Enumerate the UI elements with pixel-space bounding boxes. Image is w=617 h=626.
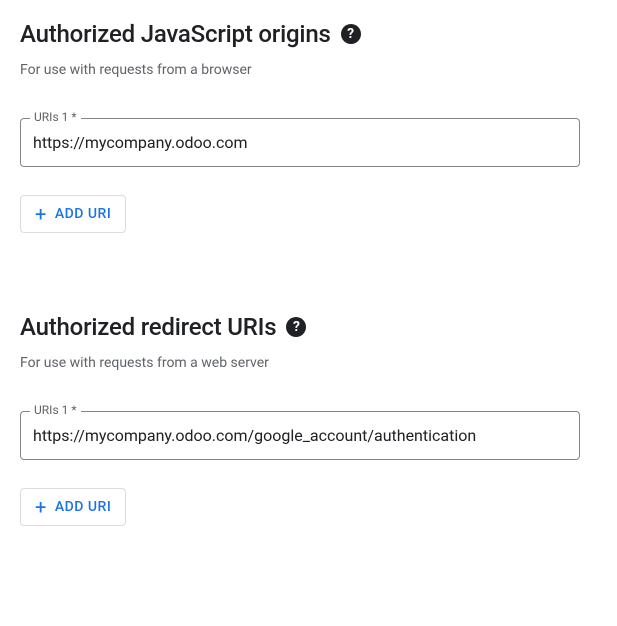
redirect-uris-add-uri-button[interactable]: + ADD URI [20, 488, 126, 526]
redirect-uris-input-label: URIs 1 * [30, 403, 81, 417]
redirect-uris-header: Authorized redirect URIs ? [20, 313, 597, 341]
add-uri-label: ADD URI [55, 499, 111, 515]
redirect-uris-description: For use with requests from a web server [20, 355, 597, 371]
redirect-uris-uri-input[interactable] [20, 411, 580, 460]
js-origins-input-label: URIs 1 * [30, 110, 81, 124]
plus-icon: + [35, 497, 47, 517]
help-icon[interactable]: ? [286, 317, 306, 337]
js-origins-title: Authorized JavaScript origins [20, 20, 331, 48]
redirect-uris-title: Authorized redirect URIs [20, 313, 276, 341]
js-origins-uri-input[interactable] [20, 118, 580, 167]
js-origins-description: For use with requests from a browser [20, 62, 597, 78]
js-origins-add-uri-button[interactable]: + ADD URI [20, 195, 126, 233]
plus-icon: + [35, 204, 47, 224]
js-origins-section: Authorized JavaScript origins ? For use … [20, 20, 597, 233]
js-origins-input-wrapper: URIs 1 * [20, 118, 597, 167]
add-uri-label: ADD URI [55, 206, 111, 222]
redirect-uris-section: Authorized redirect URIs ? For use with … [20, 313, 597, 526]
help-icon[interactable]: ? [341, 24, 361, 44]
js-origins-header: Authorized JavaScript origins ? [20, 20, 597, 48]
redirect-uris-input-wrapper: URIs 1 * [20, 411, 597, 460]
